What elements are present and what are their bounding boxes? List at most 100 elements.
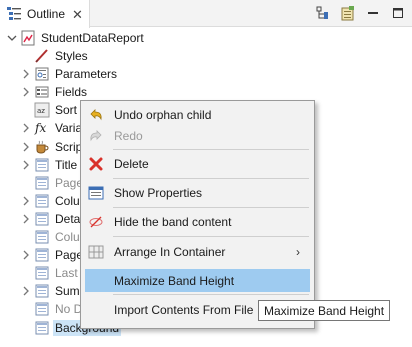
tooltip: Maximize Band Height [258,300,391,321]
parameters-icon [34,66,50,82]
outline-icon [6,5,22,24]
maximize-icon[interactable] [390,5,406,21]
tab-close-icon[interactable]: ✕ [72,8,83,21]
tree-item-label: Page [55,175,84,190]
view-tab-bar: Outline ✕ [0,0,412,28]
tree-item[interactable]: Sumi [20,282,82,300]
chevron-right-icon[interactable] [20,68,32,80]
tree-item-label: Scrip [55,139,83,154]
tree-item-label: Title [55,157,78,172]
script-icon [34,139,50,155]
tooltip-text: Maximize Band Height [264,303,385,318]
grid-icon [88,244,104,260]
menu-item-show-properties[interactable]: Show Properties [85,181,310,204]
sort-icon: az [34,102,50,118]
collapse-tree-icon[interactable] [315,5,331,21]
menu-item-redo: Redo [85,124,310,147]
chevron-right-icon[interactable] [20,213,32,225]
band-icon [34,193,50,209]
tree-item[interactable]: Scrip [20,138,82,156]
menu-item-label: Arrange In Container [114,244,226,259]
menu-item-label: Show Properties [114,185,203,200]
menu-item-label: Maximize Band Height [114,273,235,288]
chevron-right-icon[interactable] [20,122,32,134]
svg-text:az: az [37,107,45,115]
tree-item[interactable]: Detai [20,210,83,228]
view-menu-icon[interactable] [340,5,356,21]
menu-item-label: Delete [114,156,149,171]
band-icon [34,247,50,263]
menu-item-delete[interactable]: Delete [85,152,310,175]
menu-icon-placeholder [88,273,104,289]
chevron-right-icon[interactable] [20,159,32,171]
tree-item[interactable]: No D [20,300,82,318]
tree-item[interactable]: Styles [20,47,88,65]
tree-item-label: Fields [55,85,88,100]
tree-item[interactable]: fx Varia [20,119,82,137]
delete-icon [88,156,104,172]
fields-icon [34,84,50,100]
menu-item-arrange-in-container[interactable]: Arrange In Container › [85,240,310,263]
chevron-right-icon[interactable] [20,141,32,153]
pen-icon [34,48,50,64]
tab-outline[interactable]: Outline ✕ [0,0,90,28]
menu-icon-placeholder [88,302,104,318]
band-icon [34,229,50,245]
band-icon [34,301,50,317]
tab-outline-label: Outline [27,7,66,21]
band-icon [34,283,50,299]
band-icon [34,265,50,281]
tree-item[interactable]: Parameters [20,65,117,83]
fx-icon: fx [34,120,50,136]
band-icon [34,175,50,191]
hide-icon [88,214,104,230]
tree-item-label: No D [55,302,83,317]
tree-item[interactable]: Colu [20,192,80,210]
tree-item[interactable]: Title [20,156,77,174]
chevron-right-icon[interactable] [20,285,32,297]
menu-item-label: Redo [114,128,143,143]
properties-icon [88,185,104,201]
redo-icon [88,128,104,144]
tree-item-label: Colu [55,230,80,244]
chevron-right-icon[interactable] [20,195,32,207]
menu-item-hide-the-band-content[interactable]: Hide the band content [85,210,310,233]
menu-item-maximize-band-height[interactable]: Maximize Band Height [85,269,310,292]
tree-item-label: Colu [55,193,80,208]
chevron-right-icon[interactable] [20,249,32,261]
menu-separator [113,294,309,295]
tree-root-row[interactable]: StudentDataReport [6,29,144,47]
minimize-icon[interactable] [365,5,381,21]
menu-separator [113,178,309,179]
tree-item-label: Styles [55,49,88,63]
view-toolbar [315,5,406,21]
tree-item-label: Detai [55,211,84,226]
tree-item-label: Parameters [55,67,118,82]
tree-item[interactable]: az Sort F [20,101,88,119]
chevron-right-icon[interactable] [20,86,32,98]
tree-item[interactable]: Fields [20,83,87,101]
tree-item[interactable]: Page [20,174,83,192]
chevron-down-icon[interactable] [6,32,18,44]
menu-item-undo-orphan-child[interactable]: Undo orphan child [85,103,310,126]
report-icon [20,30,36,46]
menu-separator [113,149,309,150]
menu-item-label: Hide the band content [114,214,232,229]
menu-separator [113,236,309,237]
tree-item[interactable]: Colu [20,228,80,246]
tree-item[interactable]: Page [20,246,83,264]
tree-item[interactable]: Last I [20,264,84,282]
menu-item-label: Import Contents From File [114,302,254,317]
tree-item-label: Varia [55,121,83,136]
band-icon [34,157,50,173]
context-menu: Undo orphan child Redo Delete Show Properti… [80,100,315,329]
undo-icon [88,107,104,123]
tree-item-label: Sumi [55,284,83,299]
tree-root-label: StudentDataReport [41,31,144,45]
